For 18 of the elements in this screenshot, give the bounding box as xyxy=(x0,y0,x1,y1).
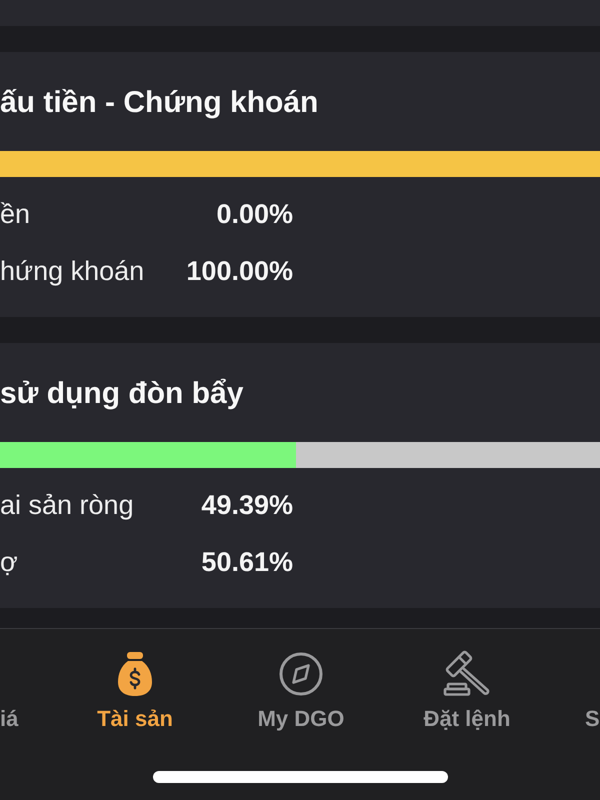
row-value: 100.00% xyxy=(186,255,293,288)
nav-tab[interactable]: iá xyxy=(0,706,18,732)
row-label: ai sản ròng xyxy=(0,489,134,522)
compass-icon xyxy=(278,652,323,696)
nav-tab[interactable]: Đặt lệnh xyxy=(424,648,510,732)
row-value: 49.39% xyxy=(201,489,293,522)
money-bag-icon xyxy=(118,652,152,696)
nav-tab[interactable]: My DGO xyxy=(258,652,344,732)
card-title: ấu tiền - Chứng khoán xyxy=(0,85,320,121)
nav-tab[interactable]: S xyxy=(585,706,600,732)
row-value: 50.61% xyxy=(201,546,293,579)
row-label: hứng khoán xyxy=(0,255,144,288)
nav-tab[interactable]: Tài sản xyxy=(97,652,173,732)
row-label: ền xyxy=(0,198,30,231)
row-value: 0.00% xyxy=(216,198,293,231)
gavel-icon xyxy=(442,648,491,696)
card-title: sử dụng đòn bẩy xyxy=(0,376,244,412)
row-label: ợ xyxy=(0,546,18,579)
